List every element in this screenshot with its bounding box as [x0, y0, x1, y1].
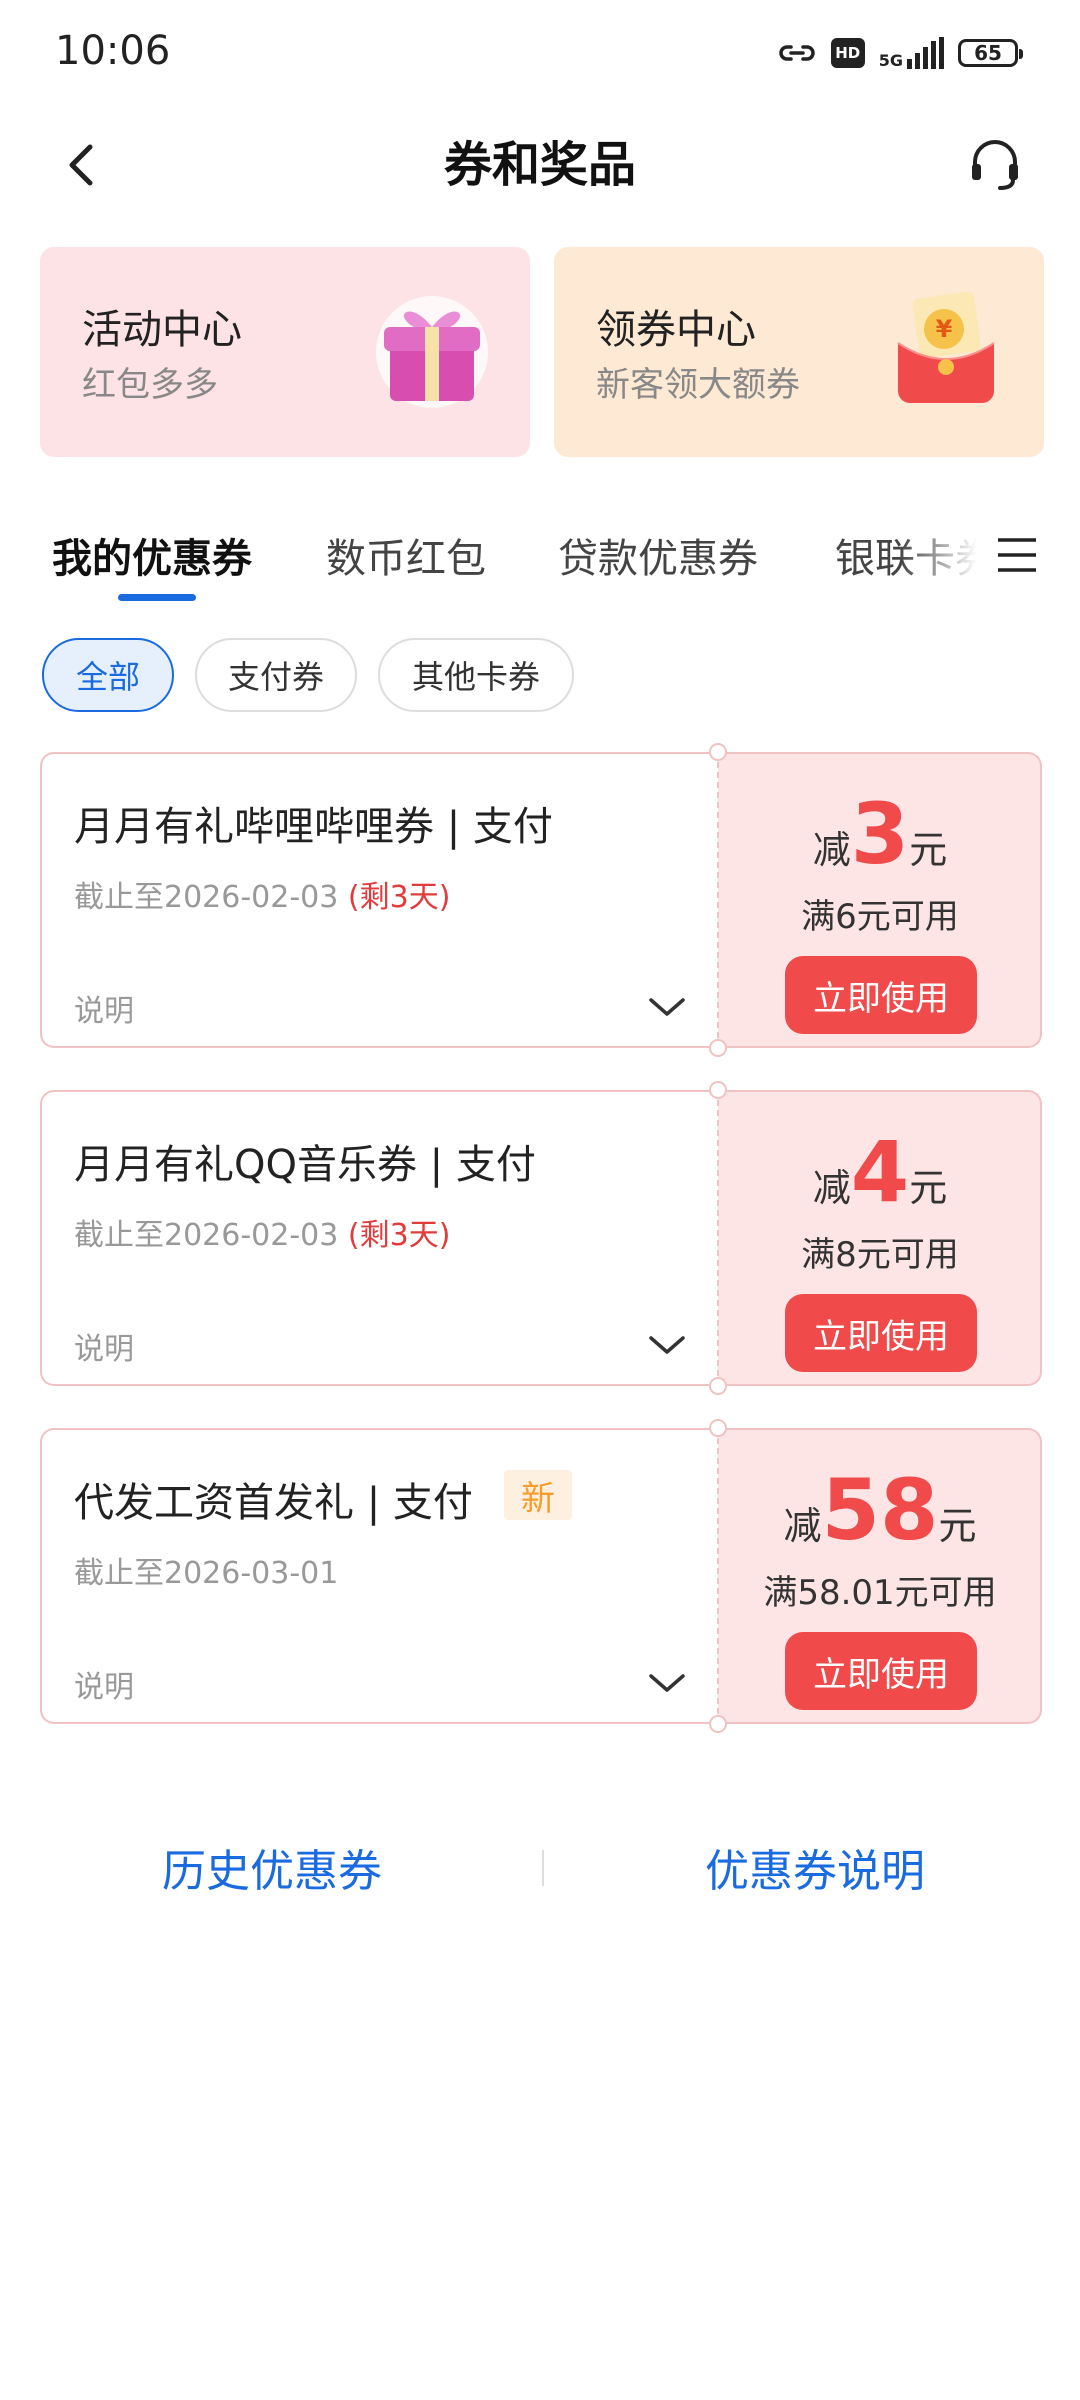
tab-active-indicator — [118, 594, 196, 601]
coupon-description-toggle[interactable]: 说明 — [74, 986, 134, 1030]
coupon-amount: 减4元 — [718, 1130, 1042, 1214]
tab-loan-coupons[interactable]: 贷款优惠券 — [558, 526, 758, 584]
coupon-divider — [717, 1100, 719, 1376]
gift-box-icon — [376, 296, 488, 408]
coupon-amount: 减3元 — [718, 792, 1042, 876]
coupon-description-toggle[interactable]: 说明 — [74, 1324, 134, 1368]
status-bar: 10:06 HD 5G 65 — [0, 0, 1080, 110]
chevron-down-icon[interactable] — [647, 992, 687, 1022]
amount-unit: 元 — [909, 828, 948, 872]
promo-subtitle: 红包多多 — [82, 365, 218, 405]
coupon-info: 代发工资首发礼 | 支付 新 截止至2026-03-01 说明 — [40, 1428, 718, 1724]
status-icons: HD 5G 65 — [777, 30, 1023, 76]
link-icon — [779, 45, 815, 61]
coupon-notch — [709, 1081, 727, 1099]
coupon-notch — [709, 1377, 727, 1395]
tab-digital-red-packets[interactable]: 数币红包 — [326, 526, 486, 584]
promo-title: 活动中心 — [82, 307, 242, 353]
coupon-divider — [717, 762, 719, 1038]
coupon-condition: 满6元可用 — [801, 897, 959, 937]
coupon-date: 截止至2026-02-03 — [74, 1218, 339, 1253]
coupon-expiry: 截止至2026-02-03 (剩3天) — [74, 1210, 450, 1254]
filter-chip-other-cards[interactable]: 其他卡券 — [378, 638, 574, 712]
coupon-remaining: (剩3天) — [347, 880, 451, 915]
coupon-title: 代发工资首发礼 | 支付 — [74, 1480, 473, 1526]
coupon-card: 月月有礼QQ音乐券 | 支付 截止至2026-02-03 (剩3天) 说明 减4… — [40, 1081, 1042, 1395]
tab-my-coupons[interactable]: 我的优惠券 — [52, 526, 252, 584]
amount-unit: 元 — [909, 1166, 948, 1210]
svg-text:¥: ¥ — [936, 315, 953, 343]
use-now-button[interactable]: 立即使用 — [785, 1294, 977, 1372]
headset-icon[interactable] — [960, 130, 1030, 200]
battery-level: 65 — [974, 41, 1002, 65]
coupon-value: 减58元 满58.01元可用 立即使用 — [718, 1428, 1042, 1724]
coupon-value: 减4元 满8元可用 立即使用 — [718, 1090, 1042, 1386]
amount-number: 3 — [850, 785, 910, 883]
signal-bars-icon — [907, 37, 944, 69]
coupon-card: 代发工资首发礼 | 支付 新 截止至2026-03-01 说明 减58元 满58… — [40, 1419, 1042, 1733]
history-coupons-link[interactable]: 历史优惠券 — [162, 1835, 382, 1899]
coupon-value: 减3元 满6元可用 立即使用 — [718, 752, 1042, 1048]
promo-subtitle: 新客领大额券 — [596, 365, 800, 405]
coupon-condition: 满58.01元可用 — [763, 1573, 997, 1613]
network-type: 5G — [878, 51, 903, 70]
filter-chip-all[interactable]: 全部 — [42, 638, 174, 712]
promo-coupon-center[interactable]: 领券中心 新客领大额券 ¥ — [554, 247, 1044, 457]
coupon-divider — [717, 1438, 719, 1714]
header: 券和奖品 — [0, 110, 1080, 220]
new-badge: 新 — [504, 1470, 572, 1520]
coupon-title: 月月有礼QQ音乐券 | 支付 — [74, 1142, 536, 1188]
coupon-expiry: 截止至2026-02-03 (剩3天) — [74, 872, 450, 916]
coupon-title: 月月有礼哔哩哔哩券 | 支付 — [74, 804, 553, 850]
chevron-down-icon[interactable] — [647, 1330, 687, 1360]
hd-icon: HD — [830, 38, 865, 68]
signal-group: 5G — [879, 37, 944, 69]
chevron-down-icon[interactable] — [647, 1668, 687, 1698]
promo-title: 领券中心 — [596, 307, 756, 353]
coupon-explain-link[interactable]: 优惠券说明 — [705, 1835, 925, 1899]
coupon-date: 截止至2026-03-01 — [74, 1556, 339, 1591]
coupon-card: 月月有礼哔哩哔哩券 | 支付 截止至2026-02-03 (剩3天) 说明 减3… — [40, 743, 1042, 1057]
menu-icon[interactable] — [992, 530, 1042, 580]
promo-activity-center[interactable]: 活动中心 红包多多 — [40, 247, 530, 457]
coupon-notch — [709, 743, 727, 761]
status-time: 10:06 — [55, 28, 171, 74]
coupon-condition: 满8元可用 — [801, 1235, 959, 1275]
amount-number: 4 — [850, 1123, 910, 1221]
battery-icon: 65 — [958, 39, 1023, 67]
filter-chip-payment[interactable]: 支付券 — [195, 638, 357, 712]
page-title: 券和奖品 — [443, 137, 636, 193]
amount-prefix: 减 — [783, 1504, 822, 1548]
use-now-button[interactable]: 立即使用 — [785, 956, 977, 1034]
coupon-notch — [709, 1419, 727, 1437]
footer-divider — [542, 1850, 544, 1886]
coupon-amount: 减58元 — [718, 1468, 1042, 1552]
red-envelope-icon: ¥ — [897, 291, 995, 403]
coupon-notch — [709, 1715, 727, 1733]
coupon-notch — [709, 1039, 727, 1057]
coupon-description-toggle[interactable]: 说明 — [74, 1662, 134, 1706]
coupon-info: 月月有礼哔哩哔哩券 | 支付 截止至2026-02-03 (剩3天) 说明 — [40, 752, 718, 1048]
coupon-tabs: 我的优惠券 数币红包 贷款优惠券 银联卡券 — [0, 510, 1080, 610]
coupon-remaining: (剩3天) — [347, 1218, 451, 1253]
amount-prefix: 减 — [812, 828, 851, 872]
amount-unit: 元 — [938, 1504, 977, 1548]
coupon-expiry: 截止至2026-03-01 — [74, 1548, 338, 1592]
coupon-date: 截止至2026-02-03 — [74, 880, 339, 915]
amount-prefix: 减 — [812, 1166, 851, 1210]
coupon-info: 月月有礼QQ音乐券 | 支付 截止至2026-02-03 (剩3天) 说明 — [40, 1090, 718, 1386]
amount-number: 58 — [821, 1461, 939, 1559]
use-now-button[interactable]: 立即使用 — [785, 1632, 977, 1710]
